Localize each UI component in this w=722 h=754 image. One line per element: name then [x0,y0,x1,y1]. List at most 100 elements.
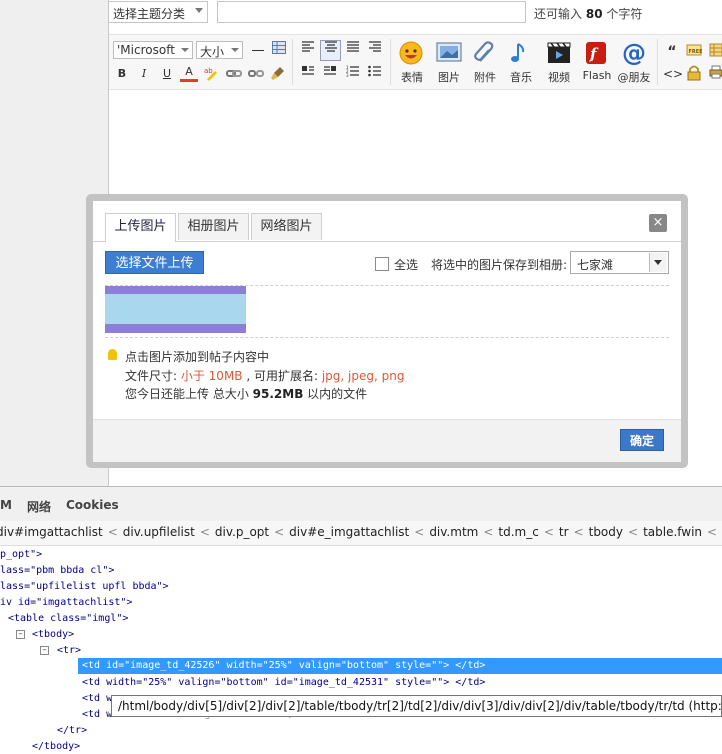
image-icon [436,42,462,62]
font-size-select[interactable]: 大小 [196,41,243,59]
breadcrumb-item[interactable]: tr [559,525,569,539]
attachment-button[interactable]: 附件 [467,41,503,85]
align-center-button[interactable] [320,40,341,61]
float-right-button[interactable] [321,65,339,83]
video-button[interactable]: 视频 [541,41,577,85]
grid-icon [709,43,722,57]
smiley-icon [399,41,423,65]
devtools-tab-bar: M 网络 Cookies [0,487,722,522]
breadcrumb-item[interactable]: div.p_opt [215,525,269,539]
hide-content-button[interactable] [685,65,703,83]
breadcrumb-item[interactable]: div.upfilelist [123,525,195,539]
breadcrumb-item[interactable]: div#imgattachlist [0,525,103,539]
italic-button[interactable]: I [135,65,153,83]
devtools-tab-cookies[interactable]: Cookies [66,498,119,512]
tab-upload-image[interactable]: 上传图片 [105,213,176,242]
album-select[interactable]: 七家滩 [570,251,669,274]
dom-line[interactable]: p_opt"> [0,549,42,560]
toolbar-divider [390,39,391,85]
print-button[interactable] [707,65,722,83]
dom-line[interactable]: <tr> [57,645,81,656]
image-button[interactable]: 图片 [431,41,467,85]
devtools-tab-network[interactable]: 网络 [27,498,51,515]
tab-album-image[interactable]: 相册图片 [178,213,249,240]
bold-button[interactable]: B [113,65,131,83]
uploaded-image-thumbnail[interactable] [105,286,246,333]
breadcrumb-item[interactable]: div#e_imgattachlist [289,525,409,539]
align-left-button[interactable] [299,41,317,59]
dom-line[interactable]: lass="upfilelist upfl bbda"> [0,581,169,592]
tab-web-image[interactable]: 网络图片 [251,213,322,240]
subject-input[interactable] [217,1,526,23]
dom-line[interactable]: <td width="25%" valign="bottom" id="imag… [82,677,485,688]
clear-format-button[interactable] [269,65,287,83]
confirm-button[interactable]: 确定 [620,429,664,451]
emoticon-button[interactable]: 表情 [394,41,430,85]
code-button[interactable]: <> [663,65,683,83]
bullet-list-icon [368,65,381,77]
mention-friend-button[interactable]: @ @朋友 [616,41,652,85]
svg-text:FREE: FREE [689,49,703,55]
quote-button[interactable]: “ [663,43,681,61]
tip-file-size-limit: 小于 10MB [180,369,243,383]
dom-line[interactable]: lass="pbm bbda cl"> [0,565,114,576]
underline-button[interactable]: U [158,65,176,83]
breadcrumb-item[interactable]: tbody [589,525,623,539]
select-all-checkbox[interactable] [375,257,389,271]
breadcrumb-separator: < [573,525,584,539]
album-dropdown-button[interactable] [649,253,667,272]
align-right-button[interactable] [366,41,384,59]
choose-file-upload-button[interactable]: 选择文件上传 [105,251,204,274]
align-right-icon [369,41,381,52]
free-content-button[interactable]: FREE [685,43,703,61]
thumbnail-band [105,324,246,333]
dom-line[interactable]: <table class="imgl"> [8,613,128,624]
link-button[interactable] [225,65,243,83]
music-button[interactable]: 音乐 [503,41,539,85]
table-button[interactable] [270,41,288,59]
dom-line-selected: <td id="image_td_42526" width="25%" vali… [82,660,486,671]
collapse-toggle-icon[interactable]: − [40,646,49,655]
float-left-button[interactable] [299,65,317,83]
font-color-button[interactable]: A [180,65,198,82]
flash-button[interactable]: f Flash [579,41,615,85]
dom-line[interactable]: </tbody> [32,741,80,752]
xpath-tooltip: /html/body/div[5]/div[2]/div[2]/table/tb… [111,695,722,717]
breadcrumb-separator: < [199,525,210,539]
svg-text:3: 3 [346,73,349,77]
breadcrumb-item[interactable]: table.fwin [643,525,702,539]
close-button[interactable]: × [649,214,667,232]
image-upload-dialog: 上传图片 相册图片 网络图片 × 选择文件上传 全选 将选中的图片保存到相册: … [93,201,681,462]
music-note-icon [511,43,525,62]
align-justify-button[interactable] [344,41,362,59]
lightbulb-icon [108,349,117,360]
breadcrumb-item[interactable]: div.mtm [429,525,478,539]
free-tag-icon: FREE [686,44,703,56]
tip-extension-prefix: , 可用扩展名: [242,369,322,383]
toolbar-divider [657,39,658,85]
dom-line[interactable]: </tr> [57,725,87,736]
selected-dom-row[interactable]: <td id="image_td_42526" width="25%" vali… [78,658,722,674]
font-family-select[interactable]: 'Microsoft [113,41,193,59]
align-center-icon [324,41,337,52]
editor-toolbar: 'Microsoft 大小 B I U A ab 123 表情 图片 附件 音乐… [109,34,722,90]
unordered-list-button[interactable] [366,65,384,83]
toolbar-divider [292,39,293,85]
highlight-button[interactable]: ab [202,65,220,83]
dom-line[interactable]: <tbody> [32,629,74,640]
breadcrumb-item[interactable]: td.m_c [498,525,538,539]
tip-quota-size: 95.2MB [252,387,304,401]
dom-line[interactable]: <td w [82,693,112,704]
topic-category-select[interactable]: 选择主题分类 [108,1,208,23]
devtools-tab-partial[interactable]: M [0,498,12,512]
ordered-list-button[interactable]: 123 [344,65,362,83]
table-insert-button[interactable] [707,43,722,61]
close-icon: × [652,215,664,230]
dom-line[interactable]: iv id="imgattachlist"> [0,597,132,608]
char-hint-suffix: 个字符 [606,7,643,21]
collapse-toggle-icon[interactable]: − [16,630,25,639]
horizontal-rule-button[interactable] [249,41,267,59]
unlink-button[interactable] [247,65,265,83]
topic-category-value: 选择主题分类 [113,7,186,21]
tip-quota-suffix: 以内的文件 [303,387,368,401]
